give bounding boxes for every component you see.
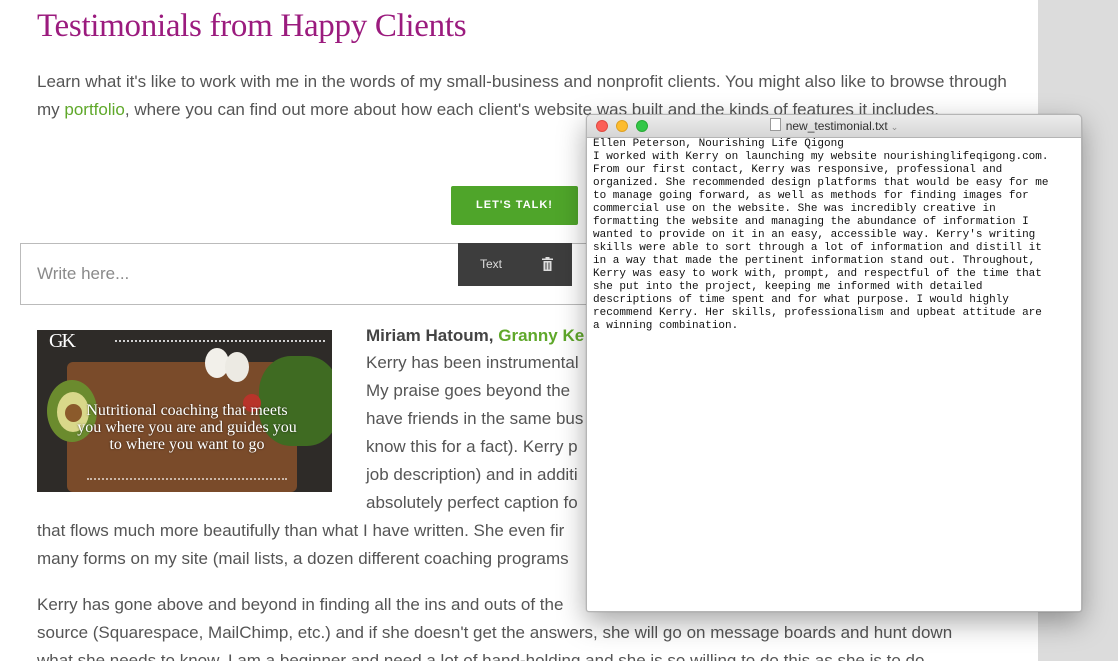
doc-line: to manage going forward, as well as meth… [593, 190, 1029, 202]
document-icon [769, 118, 781, 131]
doc-line: Ellen Peterson, Nourishing Life Qigong [593, 138, 844, 150]
testimonial-author: Miriam Hatoum, Granny Ke [366, 326, 584, 346]
page-title: Testimonials from Happy Clients [37, 8, 467, 44]
window-title: new_testimonial.txt ⌄ [587, 115, 1081, 137]
textedit-window[interactable]: new_testimonial.txt ⌄ Ellen Peterson, Nou… [586, 114, 1082, 612]
doc-line: recommend Kerry. Her skills, professiona… [593, 307, 1042, 319]
site-nav-links [115, 340, 325, 344]
window-filename: new_testimonial.txt [785, 119, 888, 133]
doc-line: I worked with Kerry on launching my webs… [593, 151, 1049, 163]
hero-caption: Nutritional coaching that meets you wher… [77, 402, 297, 453]
testimonial-line: source (Squarespace, MailChimp, etc.) an… [37, 623, 953, 642]
client-website-screenshot: GK Nutritional coaching that meets you w… [37, 322, 332, 492]
testimonial-line: have friends in the same bus [366, 409, 584, 428]
testimonial-line: Kerry has been instrumental [366, 353, 579, 372]
doc-line: skills were able to sort through a lot o… [593, 242, 1042, 254]
hero-tagline [87, 478, 287, 482]
site-logo: GK [49, 330, 76, 352]
portfolio-link[interactable]: portfolio [64, 100, 124, 119]
lets-talk-button[interactable]: LET'S TALK! [451, 186, 578, 225]
doc-line: wanted to provide on it in an easy, acce… [593, 229, 1036, 241]
testimonial-line: that flows much more beautifully than wh… [37, 521, 565, 540]
egg-graphic [225, 352, 249, 382]
author-business-link[interactable]: Granny Ke [498, 326, 584, 345]
author-name: Miriam Hatoum, [366, 326, 499, 345]
doc-line: organized. She recommended design platfo… [593, 177, 1049, 189]
testimonial-line: what she needs to know. I am a beginner … [37, 651, 925, 661]
doc-line: she put into the project, keeping me inf… [593, 281, 983, 293]
testimonial-line: many forms on my site (mail lists, a doz… [37, 549, 569, 568]
window-titlebar[interactable]: new_testimonial.txt ⌄ [587, 115, 1081, 138]
block-toolbar: Text [458, 243, 572, 286]
text-document-body[interactable]: Ellen Peterson, Nourishing Life Qigong I … [593, 138, 1075, 333]
trash-icon[interactable] [542, 257, 553, 271]
doc-line: From our first contact, Kerry was respon… [593, 164, 1003, 176]
doc-line: descriptions of time spent and for what … [593, 294, 1009, 306]
doc-line: a winning combination. [593, 320, 739, 332]
testimonial-line: Kerry has gone above and beyond in findi… [37, 595, 564, 614]
chevron-down-icon[interactable]: ⌄ [891, 116, 899, 138]
testimonial-line: know this for a fact). Kerry p [366, 437, 578, 456]
doc-line: formatting the website and managing the … [593, 216, 1029, 228]
testimonial-line: My praise goes beyond the [366, 381, 571, 400]
write-here-input[interactable]: Write here... [37, 244, 129, 304]
testimonial-line: absolutely perfect caption fo [366, 493, 578, 512]
doc-line: commercial use on the website. She was i… [593, 203, 996, 215]
doc-line: in a way that made the pertinent informa… [593, 255, 1036, 267]
block-type-text-button[interactable]: Text [480, 243, 502, 286]
testimonial-line: job description) and in additi [366, 465, 578, 484]
site-navbar [37, 322, 332, 330]
doc-line: Kerry was easy to work with, prompt, and… [593, 268, 1042, 280]
